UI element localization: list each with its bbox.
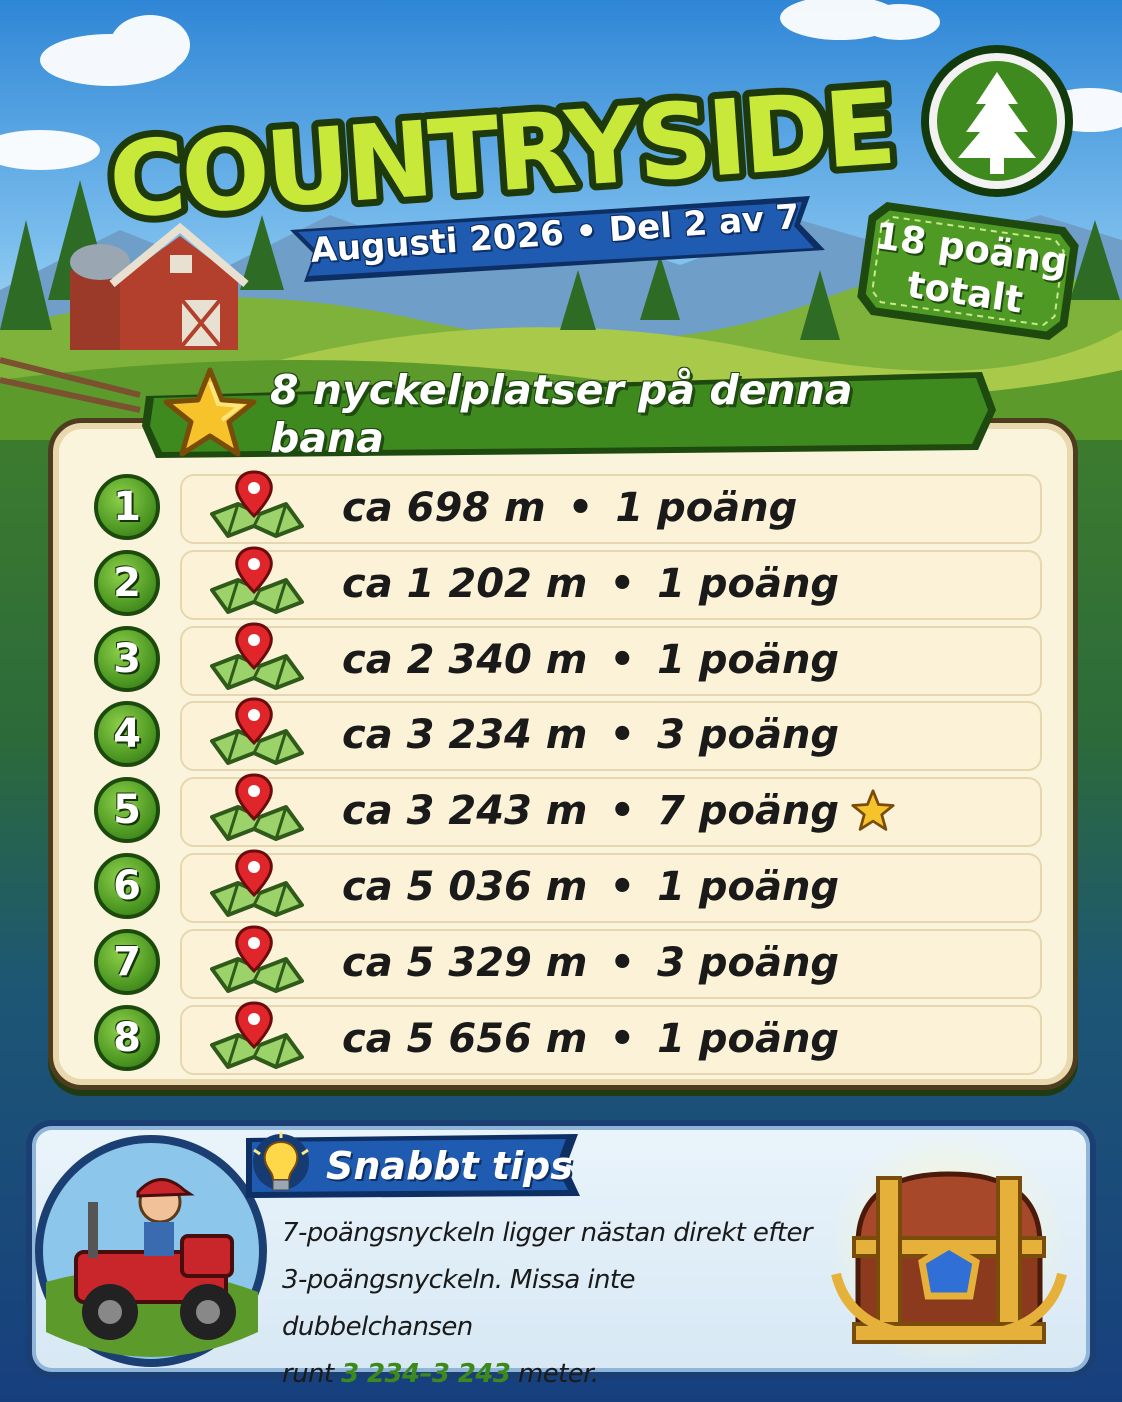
map-pin-icon bbox=[210, 546, 304, 614]
key-points: 1 poäng bbox=[657, 560, 840, 607]
key-number-badge: 5 bbox=[94, 777, 160, 844]
tip-line-1: 7-poängsnyckeln ligger nästan direkt eft… bbox=[282, 1218, 813, 1248]
tip-line-3-prefix: runt bbox=[282, 1359, 342, 1389]
star-icon bbox=[163, 367, 257, 457]
key-row-text: ca 3 243 m • 7 poäng bbox=[342, 783, 897, 839]
key-row: 1 ca 698 m • 1 poäng bbox=[94, 470, 1044, 544]
key-distance: ca 698 m bbox=[342, 485, 546, 531]
key-distance: ca 5 329 m bbox=[342, 939, 588, 986]
map-pin-icon bbox=[210, 697, 304, 766]
key-row-text: ca 3 234 m • 3 poäng bbox=[342, 707, 839, 763]
key-number-badge: 8 bbox=[94, 1004, 160, 1071]
key-number-badge: 1 bbox=[94, 474, 160, 540]
key-row: 8 ca 5 656 m • 1 poäng bbox=[94, 1001, 1044, 1075]
key-number-badge: 6 bbox=[94, 853, 160, 919]
map-pin-icon bbox=[210, 925, 304, 993]
key-points: 3 poäng bbox=[657, 939, 840, 986]
tip-highlight-range: 3 234–3 243 bbox=[341, 1359, 511, 1389]
key-row: 6 ca 5 036 m • 1 poäng bbox=[94, 849, 1044, 923]
panel-title: 8 nyckelplatser på denna bana bbox=[270, 366, 853, 462]
key-distance: ca 2 340 m bbox=[342, 636, 588, 683]
key-distance: ca 5 036 m bbox=[342, 864, 588, 910]
separator-dot: • bbox=[609, 939, 636, 986]
key-row: 3 ca 2 340 m • 1 poäng bbox=[94, 622, 1044, 696]
key-row: 4 ca 3 234 m • 3 poäng bbox=[94, 697, 1044, 772]
key-row: 2 ca 1 202 m • 1 poäng bbox=[94, 546, 1044, 620]
map-pin-icon bbox=[210, 1001, 304, 1069]
key-row-text: ca 5 329 m • 3 poäng bbox=[342, 935, 839, 991]
map-pin-icon bbox=[210, 470, 304, 538]
tip-text: 7-poängsnyckeln ligger nästan direkt eft… bbox=[282, 1210, 822, 1389]
key-distance: ca 1 202 m bbox=[342, 560, 588, 607]
key-points: 1 poäng bbox=[657, 1015, 840, 1062]
key-row: 5 ca 3 243 m • 7 poäng bbox=[94, 773, 1044, 848]
lightbulb-icon bbox=[253, 1132, 309, 1191]
map-pin-icon bbox=[210, 773, 304, 842]
star-icon bbox=[851, 789, 895, 831]
key-points: 1 poäng bbox=[657, 636, 840, 683]
map-pin-icon bbox=[210, 622, 304, 690]
separator-dot: • bbox=[609, 864, 636, 910]
key-points: 3 poäng bbox=[657, 712, 840, 759]
key-number-badge: 3 bbox=[94, 625, 160, 692]
pine-tree-icon bbox=[921, 45, 1073, 197]
key-row-text: ca 2 340 m • 1 poäng bbox=[342, 632, 839, 688]
key-number-badge: 4 bbox=[94, 701, 160, 768]
separator-dot: • bbox=[609, 560, 636, 607]
separator-dot: • bbox=[567, 485, 594, 531]
separator-dot: • bbox=[609, 712, 636, 759]
key-points: 1 poäng bbox=[657, 864, 840, 910]
tip-line-3: runt 3 234–3 243 meter. bbox=[282, 1351, 822, 1398]
driver-jeep-illustration bbox=[35, 1135, 267, 1367]
separator-dot: • bbox=[609, 788, 636, 835]
tip-line-2: 3-poängsnyckeln. Missa inte dubbelchanse… bbox=[282, 1265, 635, 1342]
poster: COUNTRYSIDE Augusti 2026 • Del 2 av 7 18… bbox=[0, 0, 1122, 1402]
key-points: 1 poäng bbox=[615, 485, 798, 531]
key-distance: ca 3 243 m bbox=[342, 788, 588, 835]
map-pin-icon bbox=[210, 849, 304, 917]
treasure-chest-icon bbox=[829, 1134, 1069, 1366]
key-row: 7 ca 5 329 m • 3 poäng bbox=[94, 925, 1044, 999]
key-points: 7 poäng bbox=[657, 788, 840, 835]
key-distance: ca 5 656 m bbox=[342, 1015, 588, 1062]
key-distance: ca 3 234 m bbox=[342, 712, 588, 759]
separator-dot: • bbox=[609, 636, 636, 683]
key-row-text: ca 5 036 m • 1 poäng bbox=[342, 859, 839, 915]
tip-title: Snabbt tips bbox=[326, 1144, 573, 1188]
tip-line-3-suffix: meter. bbox=[510, 1359, 599, 1389]
separator-dot: • bbox=[609, 1015, 636, 1062]
key-row-text: ca 698 m • 1 poäng bbox=[342, 480, 797, 536]
key-row-text: ca 5 656 m • 1 poäng bbox=[342, 1011, 839, 1067]
key-number-badge: 7 bbox=[94, 928, 160, 995]
key-row-text: ca 1 202 m • 1 poäng bbox=[342, 556, 839, 612]
key-number-badge: 2 bbox=[94, 549, 160, 616]
